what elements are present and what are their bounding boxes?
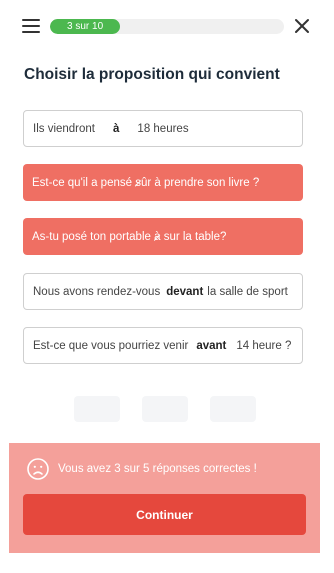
- option-4[interactable]: Nous avons rendez-vous devant la salle d…: [23, 273, 303, 310]
- option-text-after: la salle de sport: [207, 285, 288, 298]
- option-text-before: Ils viendront: [33, 122, 96, 135]
- feedback-row: Vous avez 3 sur 5 réponses correctes !: [26, 457, 257, 481]
- progress-label: 3 sur 10: [67, 21, 104, 32]
- option-text-before: Est-ce que vous pourriez venir: [33, 339, 189, 352]
- option-text-rest: ûr à prendre son livre ?: [140, 176, 260, 189]
- option-answer: devant: [166, 285, 204, 298]
- progress-bar: 3 sur 10: [50, 19, 284, 34]
- continue-button[interactable]: Continuer: [23, 494, 306, 535]
- top-bar: 3 sur 10: [22, 16, 312, 38]
- feedback-message: Vous avez 3 sur 5 réponses correctes !: [58, 463, 257, 475]
- question-title: Choisir la proposition qui convient: [24, 66, 280, 83]
- option-text-before: Est-ce qu'il a pensé: [32, 176, 136, 189]
- option-text-before: Nous avons rendez-vous: [33, 285, 161, 298]
- word-chip-placeholder: [142, 396, 188, 422]
- option-text-after: 18 heures: [137, 122, 189, 135]
- option-answer: à: [113, 122, 120, 135]
- option-answer: avant: [196, 339, 227, 352]
- progress-fill: 3 sur 10: [50, 19, 121, 34]
- option-text-after: 14 heure ?: [236, 339, 292, 352]
- word-chip-placeholder: [74, 396, 120, 422]
- option-text-before: As-tu posé ton portable: [32, 230, 155, 243]
- option-1[interactable]: Ils viendront à 18 heures: [23, 110, 303, 147]
- menu-icon[interactable]: [22, 19, 40, 33]
- option-3[interactable]: As-tu posé ton portable à sur la table?: [23, 218, 303, 255]
- option-text-rest: sur la table?: [160, 230, 227, 243]
- close-icon[interactable]: [292, 16, 312, 36]
- word-chip-placeholder: [210, 396, 256, 422]
- option-5[interactable]: Est-ce que vous pourriez venir avant 14 …: [23, 327, 303, 364]
- sad-face-icon: [27, 458, 49, 480]
- feedback-panel: Vous avez 3 sur 5 réponses correctes ! C…: [9, 443, 320, 553]
- struck-letter: s: [135, 176, 141, 189]
- struck-letter: à: [154, 230, 161, 243]
- option-2[interactable]: Est-ce qu'il a pensé s ûr à prendre son l…: [23, 164, 303, 201]
